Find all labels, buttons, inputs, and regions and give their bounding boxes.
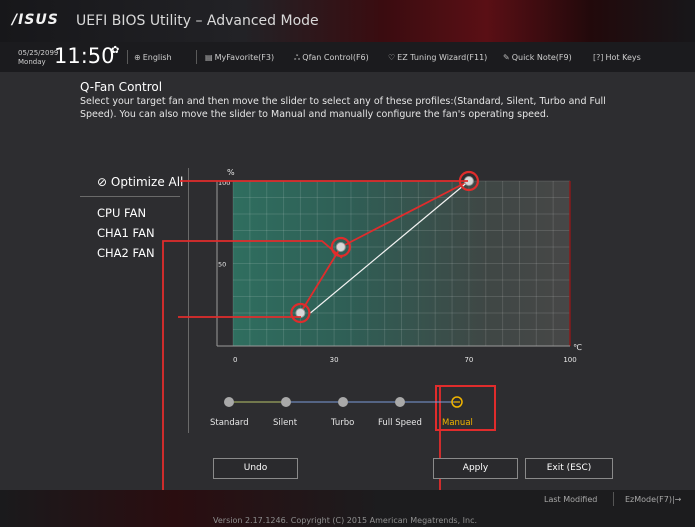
footer-separator [613, 492, 614, 506]
x-tick-label: 100 [563, 356, 576, 364]
fan-curve-chart: 0 30 70 10010050 [162, 170, 577, 527]
profile-dot [395, 397, 405, 407]
profile-manual[interactable]: Manual [442, 418, 473, 428]
profile-slider [224, 396, 463, 408]
undo-button[interactable]: Undo [213, 458, 298, 479]
apply-button[interactable]: Apply [433, 458, 518, 479]
version-text: Version 2.17.1246. Copyright (C) 2015 Am… [213, 516, 478, 525]
x-tick-label: 30 [330, 356, 339, 364]
exit-button[interactable]: Exit (ESC) [525, 458, 613, 479]
chart-ticks: 0 30 70 10010050 [218, 179, 577, 364]
profile-dot [224, 397, 234, 407]
x-axis-label: ℃ [573, 343, 582, 352]
profile-dot [338, 397, 348, 407]
x-tick-label: 0 [233, 356, 237, 364]
profile-silent[interactable]: Silent [273, 418, 297, 428]
callout-line-middle-point [162, 240, 343, 527]
last-modified-button[interactable]: Last Modified [544, 495, 597, 504]
ezmode-button[interactable]: EzMode(F7)|→ [625, 495, 681, 504]
chart-grid [232, 180, 571, 347]
profile-standard[interactable]: Standard [210, 418, 249, 428]
profile-dot [281, 397, 291, 407]
profile-full-speed[interactable]: Full Speed [378, 418, 422, 428]
curve-point-handle [335, 242, 346, 252]
x-tick-label: 70 [464, 356, 473, 364]
profile-turbo[interactable]: Turbo [331, 418, 354, 428]
y-tick-label: 50 [218, 261, 226, 269]
y-axis-label: % [227, 168, 235, 177]
